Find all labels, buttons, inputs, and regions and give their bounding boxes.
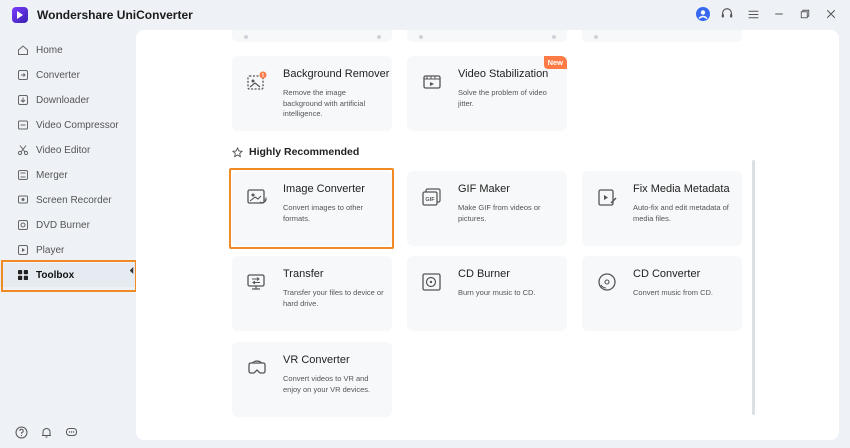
merger-icon [18, 170, 28, 180]
scissors-icon [17, 145, 29, 156]
video-compressor-icon [18, 120, 28, 130]
transfer-icon [247, 274, 265, 290]
restore-icon[interactable] [796, 5, 814, 23]
sidebar-item-downloader[interactable]: Downloader [0, 88, 135, 112]
tool-title: Fix Media Metadata [633, 183, 730, 195]
tool-description: Solve the problem of video jitter. [458, 88, 547, 108]
sidebar-item-label: Player [36, 245, 65, 256]
tool-description: Convert videos to VR and enjoy on your V… [283, 374, 371, 394]
svg-text:5: 5 [262, 73, 265, 79]
tool-card-video-stabilization[interactable]: Video Stabilization Solve the problem of… [407, 56, 567, 131]
sidebar-item-dvd-burner[interactable]: DVD Burner [0, 213, 135, 237]
account-icon[interactable] [696, 7, 710, 21]
sidebar-item-label: Downloader [36, 95, 90, 106]
video-stabilization-icon [423, 75, 441, 89]
tool-description: Burn your music to CD. [458, 288, 536, 297]
partial-card [232, 30, 392, 42]
screen-recorder-icon [18, 195, 28, 204]
support-headset-icon[interactable] [718, 5, 736, 23]
tool-description: Convert music from CD. [633, 288, 714, 297]
tool-description: Remove the image background with artific… [283, 88, 366, 118]
sidebar-item-video-editor[interactable]: Video Editor [0, 138, 135, 162]
home-icon [18, 45, 28, 55]
section-heading-label: Highly Recommended [249, 146, 360, 158]
downloader-icon [18, 95, 28, 105]
minimize-icon[interactable] [770, 5, 788, 23]
scrollbar[interactable] [752, 160, 755, 415]
cd-burner-icon [422, 273, 441, 291]
sidebar-item-merger[interactable]: Merger [0, 163, 135, 187]
sidebar-item-label: Toolbox [36, 270, 75, 281]
sidebar-item-video-compressor[interactable]: Video Compressor [0, 113, 135, 137]
toolbox-main-panel: 5 Background Remover Remove the image ba… [136, 30, 839, 440]
tool-card-background-remover[interactable]: 5 Background Remover Remove the image ba… [232, 56, 392, 131]
tool-card-cd-converter[interactable]: CD Converter Convert music from CD. [582, 256, 742, 331]
dvd-burner-icon [18, 220, 28, 230]
app-title: Wondershare UniConverter [37, 8, 193, 22]
tool-title: Image Converter [283, 183, 365, 195]
tool-description: Transfer your files to device or hard dr… [283, 288, 384, 308]
tool-description: Convert images to other formats. [283, 203, 364, 223]
tool-title: CD Burner [458, 268, 510, 280]
section-heading-highly-recommended: Highly Recommended [232, 146, 359, 158]
sidebar-item-toolbox[interactable]: Toolbox [0, 260, 137, 292]
tool-card-fix-media-metadata[interactable]: Fix Media Metadata Auto-fix and edit met… [582, 171, 742, 246]
sidebar-item-home[interactable]: Home [0, 38, 135, 62]
tool-title: CD Converter [633, 268, 701, 280]
gif-maker-icon: GIF [422, 188, 441, 206]
vr-converter-icon [248, 360, 266, 374]
toolbox-grid-icon [18, 270, 28, 280]
sidebar-item-screen-recorder[interactable]: Screen Recorder [0, 188, 135, 212]
sidebar-item-label: Video Compressor [36, 120, 119, 131]
sidebar-item-label: Converter [36, 70, 80, 81]
tool-card-transfer[interactable]: Transfer Transfer your files to device o… [232, 256, 392, 331]
new-badge: New [543, 56, 567, 69]
tool-title: GIF Maker [458, 183, 510, 195]
fix-metadata-icon [598, 189, 617, 206]
partial-card [582, 30, 742, 42]
help-icon[interactable] [15, 426, 28, 439]
tool-card-vr-converter[interactable]: VR Converter Convert videos to VR and en… [232, 342, 392, 417]
menu-icon[interactable] [744, 5, 762, 23]
sidebar-item-player[interactable]: Player [0, 238, 135, 262]
cd-converter-icon [598, 273, 616, 291]
sidebar-item-label: Screen Recorder [36, 195, 112, 206]
tool-title: Background Remover [283, 68, 390, 80]
sidebar-item-label: DVD Burner [36, 220, 90, 231]
tool-title: Transfer [283, 268, 324, 280]
tool-title: VR Converter [283, 354, 350, 366]
converter-icon [18, 70, 28, 80]
tool-description: Auto-fix and edit metadata of media file… [633, 203, 729, 223]
collapse-sidebar-icon[interactable] [128, 266, 136, 276]
tool-description: Make GIF from videos or pictures. [458, 203, 541, 223]
tool-card-cd-burner[interactable]: CD Burner Burn your music to CD. [407, 256, 567, 331]
star-icon [232, 146, 243, 157]
svg-text:GIF: GIF [425, 197, 435, 203]
app-logo-icon [12, 7, 28, 23]
player-icon [18, 245, 28, 255]
sidebar: Home Converter Downloader Video Compress… [0, 30, 137, 448]
sidebar-item-label: Video Editor [36, 145, 91, 156]
sidebar-item-label: Merger [36, 170, 68, 181]
tool-card-image-converter[interactable]: Image Converter Convert images to other … [229, 168, 394, 249]
tool-title: Video Stabilization [458, 68, 549, 80]
tool-card-gif-maker[interactable]: GIF GIF Maker Make GIF from videos or pi… [407, 171, 567, 246]
background-remover-icon: 5 [247, 71, 267, 90]
sidebar-item-label: Home [36, 45, 63, 56]
title-bar: Wondershare UniConverter [0, 0, 850, 30]
image-converter-icon [247, 189, 267, 204]
notification-bell-icon[interactable] [40, 426, 53, 439]
feedback-icon[interactable] [65, 426, 78, 439]
partial-card [407, 30, 567, 42]
sidebar-item-converter[interactable]: Converter [0, 63, 135, 87]
close-icon[interactable] [822, 5, 840, 23]
